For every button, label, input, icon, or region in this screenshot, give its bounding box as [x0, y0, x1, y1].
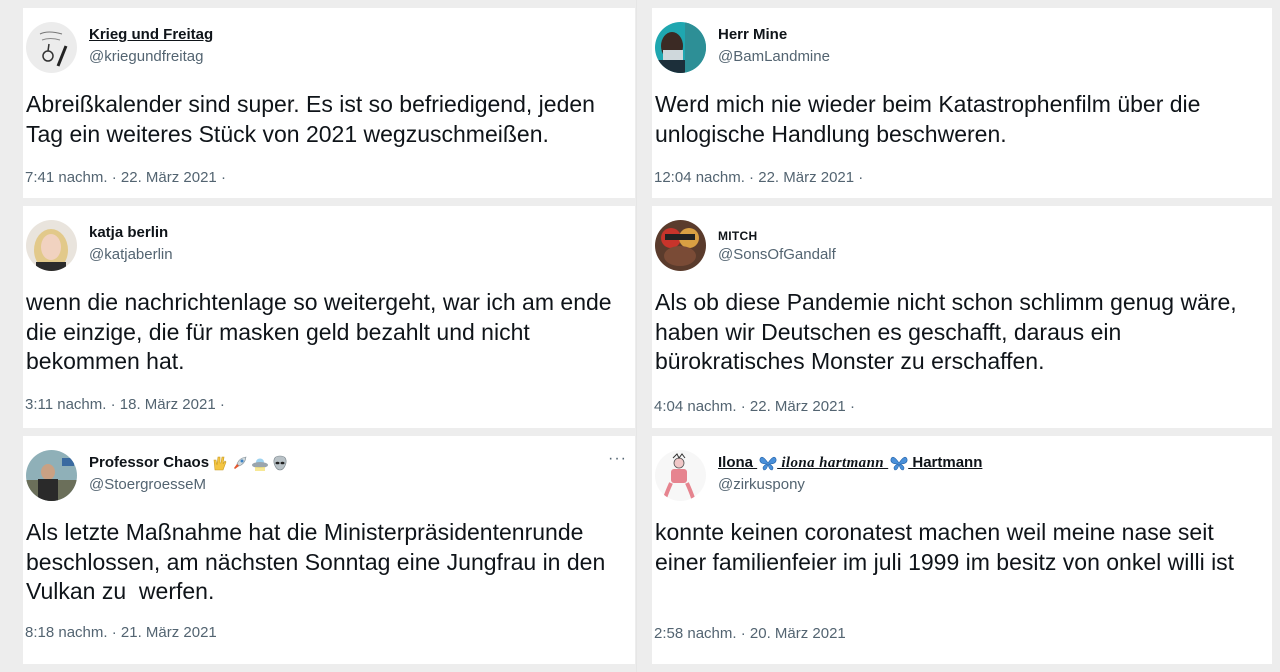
tweet-timestamp[interactable]: 2:58 nachm. · 20. März 2021 [654, 625, 846, 642]
drawing-avatar-icon[interactable] [655, 450, 706, 501]
tweet-card[interactable]: MITCH @SonsOfGandalf Als ob diese Pandem… [652, 206, 1272, 428]
tweet-card[interactable]: Krieg und Freitag @kriegundfreitag Abrei… [23, 8, 635, 198]
column-divider [636, 0, 637, 672]
tweet-author-name-styled: ilona hartmann [777, 455, 889, 471]
tweet-author-name[interactable]: Krieg und Freitag [89, 26, 213, 43]
tweet-card[interactable]: Ilona ilona hartmann Hartmann @zirkuspon… [652, 436, 1272, 664]
tweet-author-handle[interactable]: @kriegundfreitag [89, 48, 203, 65]
vulcan-salute-icon [211, 454, 229, 472]
tweet-author-name[interactable]: Professor Chaos [89, 454, 289, 472]
tweet-timestamp[interactable]: 3:11 nachm. · 18. März 2021 · [25, 396, 225, 413]
tweet-text: Werd mich nie wieder beim Katastrophenfi… [655, 91, 1207, 147]
more-options-button[interactable]: ··· [608, 450, 627, 468]
tweet-author-name[interactable]: MITCH [718, 229, 758, 243]
tweet-author-name[interactable]: Ilona ilona hartmann Hartmann [718, 454, 982, 472]
tweet-text: wenn die nachrichtenlage so weitergeht, … [26, 289, 618, 374]
tweet-text: Abreißkalender sind super. Es ist so bef… [26, 91, 601, 147]
alien-icon [271, 454, 289, 472]
rocket-icon [231, 454, 249, 472]
tweet-card[interactable]: Herr Mine @BamLandmine Werd mich nie wie… [652, 8, 1272, 198]
tweet-timestamp[interactable]: 4:04 nachm. · 22. März 2021 · [654, 398, 855, 415]
red-photo-avatar-icon[interactable] [655, 220, 706, 271]
ufo-icon [251, 454, 269, 472]
tweet-author-handle[interactable]: @StoergroesseM [89, 476, 206, 493]
tweet-timestamp[interactable]: 8:18 nachm. · 21. März 2021 [25, 624, 217, 641]
tweet-text: Als ob diese Pandemie nicht schon schlim… [655, 289, 1244, 374]
sketch-avatar-icon[interactable] [26, 22, 77, 73]
photo-avatar-icon[interactable] [26, 450, 77, 501]
tweet-text: konnte keinen coronatest machen weil mei… [655, 519, 1235, 575]
tweet-author-handle[interactable]: @SonsOfGandalf [718, 246, 836, 263]
tweet-author-name[interactable]: katja berlin [89, 224, 168, 241]
tweet-timestamp[interactable]: 7:41 nachm. · 22. März 2021 · [25, 169, 226, 186]
tweet-author-handle[interactable]: @BamLandmine [718, 48, 830, 65]
tweet-author-handle[interactable]: @zirkuspony [718, 476, 805, 493]
tweet-card[interactable]: katja berlin @katjaberlin wenn die nachr… [23, 206, 635, 428]
butterfly-icon [890, 455, 908, 471]
tweet-timestamp[interactable]: 12:04 nachm. · 22. März 2021 · [654, 169, 863, 186]
teal-photo-avatar-icon[interactable] [655, 22, 706, 73]
tweet-author-name-part: Ilona [718, 454, 758, 471]
tweet-author-name-text: Professor Chaos [89, 454, 210, 471]
tweet-author-name[interactable]: Herr Mine [718, 26, 787, 43]
tweet-card[interactable]: Professor Chaos ··· @StoergroesseM Als l… [23, 436, 635, 664]
tweet-author-name-part: Hartmann [908, 454, 983, 471]
tweet-author-handle[interactable]: @katjaberlin [89, 246, 173, 263]
tweet-text: Als letzte Maßnahme hat die Ministerpräs… [26, 519, 612, 604]
portrait-avatar-icon[interactable] [26, 220, 77, 271]
butterfly-icon [759, 455, 777, 471]
